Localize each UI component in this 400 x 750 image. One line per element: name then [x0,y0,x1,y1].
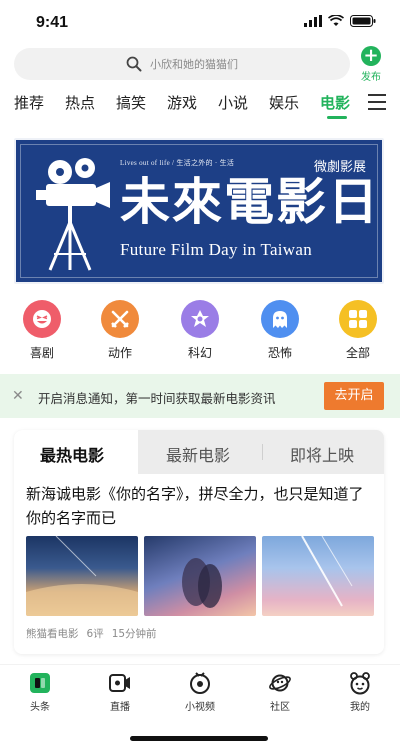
live-icon [109,674,130,692]
battery-icon [350,15,376,27]
category-label: 喜剧 [29,346,54,360]
nav-headlines[interactable]: 头条 [10,671,70,713]
article-thumbnails [26,536,374,616]
tab-latest-movies[interactable]: 最新电影 [166,442,230,466]
status-bar: 9:41 [0,0,400,44]
smile-icon [23,300,61,338]
ghost-icon [261,300,299,338]
tab-novel[interactable]: 小说 [218,92,248,113]
movie-card: 最热电影 最新电影 即将上映 新海诚电影《你的名字》，拼尽全力，也只是知道了你的… [14,430,384,654]
article-meta: 熊猫看电影 6评 15分钟前 [26,626,157,641]
nav-label: 直播 [110,702,130,713]
channel-tabs: 推荐 热点 搞笑 游戏 小说 娱乐 电影 [0,88,400,120]
star-icon [181,300,219,338]
notification-text: 开启消息通知，第一时间获取最新电影资讯 [38,391,276,406]
nav-label: 社区 [270,702,290,713]
category-action[interactable]: 动作 [90,300,150,361]
search-row: 小欣和她的猫猫们 + 发布 [0,46,400,86]
nav-community[interactable]: 社区 [250,671,310,713]
article-comments: 6评 [86,628,104,640]
swords-icon [101,300,139,338]
banner-subtitle: Future Film Day in Taiwan [120,240,313,259]
tab-games[interactable]: 游戏 [167,92,197,113]
tab-hot[interactable]: 热点 [65,92,95,113]
tab-funny[interactable]: 搞笑 [116,92,146,113]
notification-bar: ✕ 开启消息通知，第一时间获取最新电影资讯 去开启 [0,374,400,418]
tab-hottest-movies[interactable]: 最热电影 [40,442,104,466]
wifi-icon [328,15,344,26]
tab-coming-soon[interactable]: 即将上映 [290,442,354,466]
thumbnail-image[interactable] [262,536,374,616]
plus-icon: + [361,46,381,66]
article-title[interactable]: 新海诚电影《你的名字》，拼尽全力，也只是知道了你的名字而已 [26,482,374,530]
category-label: 动作 [107,346,132,360]
banner-title: 未來電影日 [120,172,380,231]
banner[interactable]: Lives out of life / 生活之外的 · 生活 微劇影展 未來電影… [14,138,384,284]
tab-movies[interactable]: 电影 [320,92,350,113]
search-input[interactable]: 小欣和她的猫猫们 [14,48,350,80]
nav-live[interactable]: 直播 [90,671,150,713]
close-icon[interactable]: ✕ [12,388,24,404]
category-comedy[interactable]: 喜剧 [12,300,72,361]
film-camera-icon [36,158,110,271]
category-all[interactable]: 全部 [328,300,388,361]
menu-icon[interactable] [368,94,386,110]
category-label: 科幻 [187,346,212,360]
enable-notification-button[interactable]: 去开启 [324,382,384,410]
category-scifi[interactable]: 科幻 [170,300,230,361]
publish-label: 发布 [361,72,381,83]
article-source[interactable]: 熊猫看电影 [26,626,79,641]
genre-categories: 喜剧 动作 科幻 恐怖 全部 [0,300,400,364]
profile-icon [350,672,370,695]
grid-icon [339,300,377,338]
banner-small-text: Lives out of life / 生活之外的 · 生活 [120,159,235,167]
publish-button[interactable]: + 发布 [354,46,388,86]
status-icons [304,15,376,27]
search-placeholder: 小欣和她的猫猫们 [150,58,238,71]
tab-divider [262,444,263,460]
thumbnail-image[interactable] [144,536,256,616]
nav-label: 头条 [30,702,50,713]
search-icon [126,56,142,72]
signal-icon [304,15,322,27]
nav-short-video[interactable]: 小视频 [170,671,230,713]
tab-recommend[interactable]: 推荐 [14,92,44,113]
community-icon [269,674,291,692]
bottom-nav: 头条 直播 小视频 社区 我的 [0,664,400,720]
nav-label: 小视频 [185,702,215,713]
short-video-icon [190,672,210,694]
status-time: 9:41 [36,14,69,31]
card-tabs: 最热电影 最新电影 即将上映 [14,430,384,474]
nav-label: 我的 [350,702,370,713]
category-label: 恐怖 [267,346,292,360]
category-label: 全部 [345,346,370,360]
active-tab-indicator [327,116,347,119]
news-icon [30,673,50,693]
category-horror[interactable]: 恐怖 [250,300,310,361]
thumbnail-image[interactable] [26,536,138,616]
home-indicator[interactable] [130,736,268,741]
article-time: 15分钟前 [111,628,157,640]
nav-profile[interactable]: 我的 [330,671,390,713]
tab-entertainment[interactable]: 娱乐 [269,92,299,113]
